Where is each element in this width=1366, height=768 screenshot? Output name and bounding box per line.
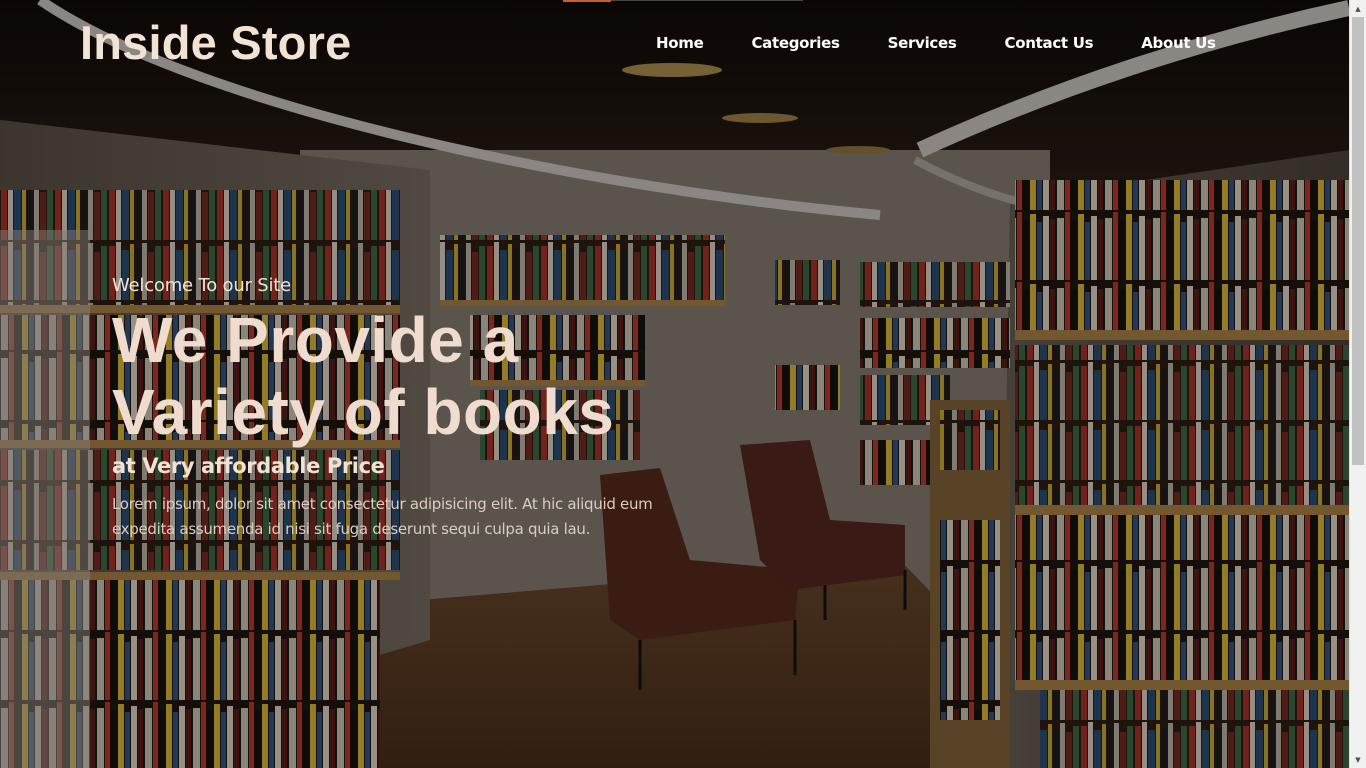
hero-section: Welcome To our Site We Provide a Variety… xyxy=(112,272,692,542)
hero-headline-line-1: We Provide a xyxy=(112,304,519,376)
hero-headline-line-2: Variety of books xyxy=(112,376,615,448)
scroll-up-arrow-icon[interactable]: ▲ xyxy=(1350,0,1366,17)
page-loading-track xyxy=(611,0,803,1)
site-logo[interactable]: Inside Store xyxy=(80,16,351,70)
hero-subheading: at Very affordable Price xyxy=(112,454,385,478)
nav-link-contact-us[interactable]: Contact Us xyxy=(1005,32,1094,54)
nav-link-services[interactable]: Services xyxy=(888,32,957,54)
page: Inside Store Home Categories Services Co… xyxy=(0,0,1366,768)
scrollbar-thumb[interactable] xyxy=(1352,17,1364,465)
nav-link-home[interactable]: Home xyxy=(656,32,704,54)
main-navigation: Home Categories Services Contact Us Abou… xyxy=(656,32,1216,54)
hero-headline: We Provide a Variety of books xyxy=(112,304,692,448)
nav-link-categories[interactable]: Categories xyxy=(751,32,839,54)
vertical-scrollbar[interactable]: ▲ ▼ xyxy=(1349,0,1366,768)
hero-welcome-text: Welcome To our Site xyxy=(112,275,292,296)
scroll-down-arrow-icon[interactable]: ▼ xyxy=(1350,751,1366,768)
hero-description: Lorem ipsum, dolor sit amet consectetur … xyxy=(112,495,653,538)
nav-link-about-us[interactable]: About Us xyxy=(1141,32,1216,54)
page-loading-indicator xyxy=(563,0,611,2)
